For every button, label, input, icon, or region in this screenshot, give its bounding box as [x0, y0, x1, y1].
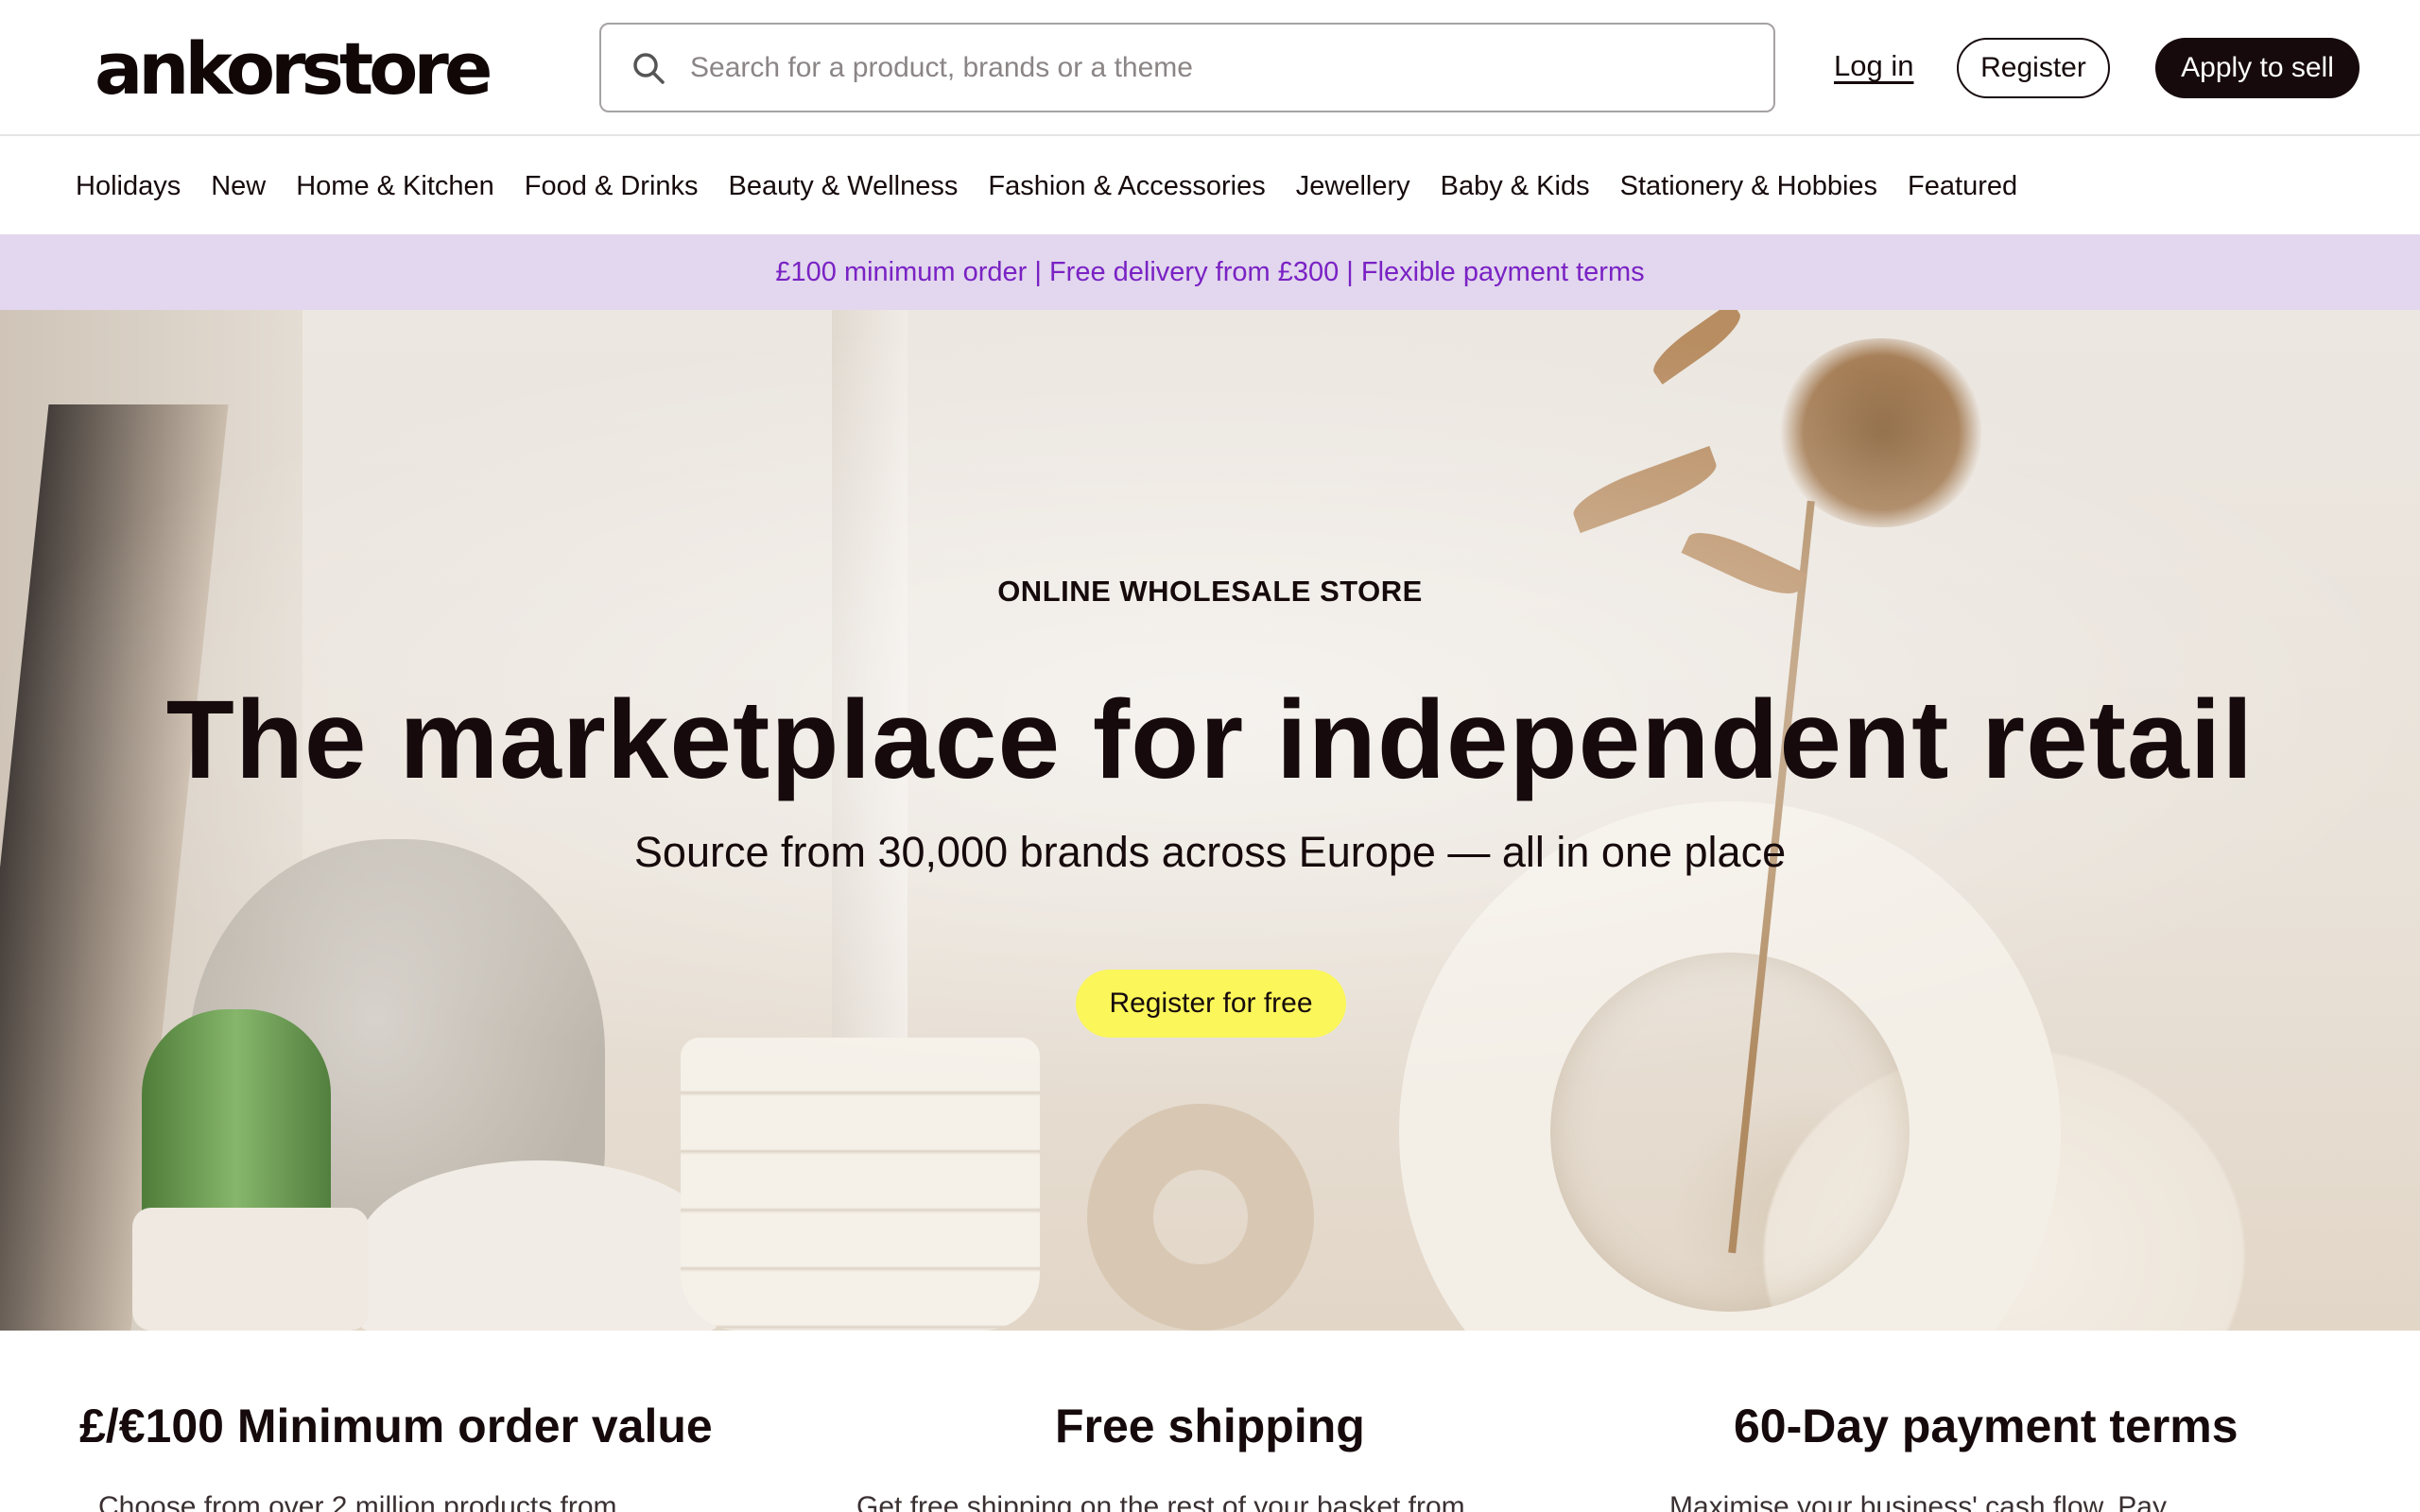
register-for-free-button[interactable]: Register for free: [1076, 970, 1346, 1038]
value-prop-title-free-shipping: Free shipping: [1055, 1400, 1365, 1452]
value-prop-title-min-order: £/€100 Minimum order value: [79, 1400, 713, 1452]
nav-item-featured[interactable]: Featured: [1908, 171, 2017, 202]
site-header: ankorstore Search for a product, brands …: [0, 0, 2420, 136]
nav-item-baby-kids[interactable]: Baby & Kids: [1441, 171, 1590, 202]
promo-text[interactable]: £100 minimum order | Free delivery from …: [775, 257, 1644, 288]
value-prop-desc-min-order: Choose from over 2 million products from: [98, 1491, 617, 1512]
value-prop-desc-free-shipping: Get free shipping on the rest of your ba…: [856, 1491, 1465, 1512]
nav-item-fashion-accessories[interactable]: Fashion & Accessories: [988, 171, 1265, 202]
value-prop-title-payment-terms: 60-Day payment terms: [1734, 1400, 2238, 1452]
category-nav: Holidays New Home & Kitchen Food & Drink…: [0, 138, 2420, 234]
hero-section: ONLINE WHOLESALE STORE The marketplace f…: [0, 310, 2420, 1331]
nav-item-beauty-wellness[interactable]: Beauty & Wellness: [729, 171, 959, 202]
hero-subtitle: Source from 30,000 brands across Europe …: [633, 828, 1787, 876]
ankorstore-logo[interactable]: ankorstore: [95, 26, 493, 112]
nav-item-home-kitchen[interactable]: Home & Kitchen: [296, 171, 494, 202]
nav-item-stationery-hobbies[interactable]: Stationery & Hobbies: [1620, 171, 1877, 202]
nav-item-jewellery[interactable]: Jewellery: [1296, 171, 1410, 202]
register-button[interactable]: Register: [1957, 38, 2110, 98]
hero-kicker: ONLINE WHOLESALE STORE: [997, 575, 1423, 608]
search-input[interactable]: Search for a product, brands or a theme: [690, 52, 1193, 84]
hero-title: The marketplace for independent retail: [165, 678, 2255, 802]
promo-banner: £100 minimum order | Free delivery from …: [0, 234, 2420, 310]
nav-item-food-drinks[interactable]: Food & Drinks: [525, 171, 699, 202]
search-icon: [633, 52, 665, 84]
value-prop-desc-payment-terms: Maximise your business' cash flow. Pay: [1669, 1491, 2167, 1512]
apply-to-sell-button[interactable]: Apply to sell: [2155, 38, 2360, 98]
hero-text-overlay: [0, 310, 2420, 1331]
nav-item-new[interactable]: New: [211, 171, 266, 202]
login-link[interactable]: Log in: [1834, 49, 1913, 83]
nav-item-holidays[interactable]: Holidays: [76, 171, 181, 202]
search-bar[interactable]: Search for a product, brands or a theme: [599, 23, 1775, 112]
